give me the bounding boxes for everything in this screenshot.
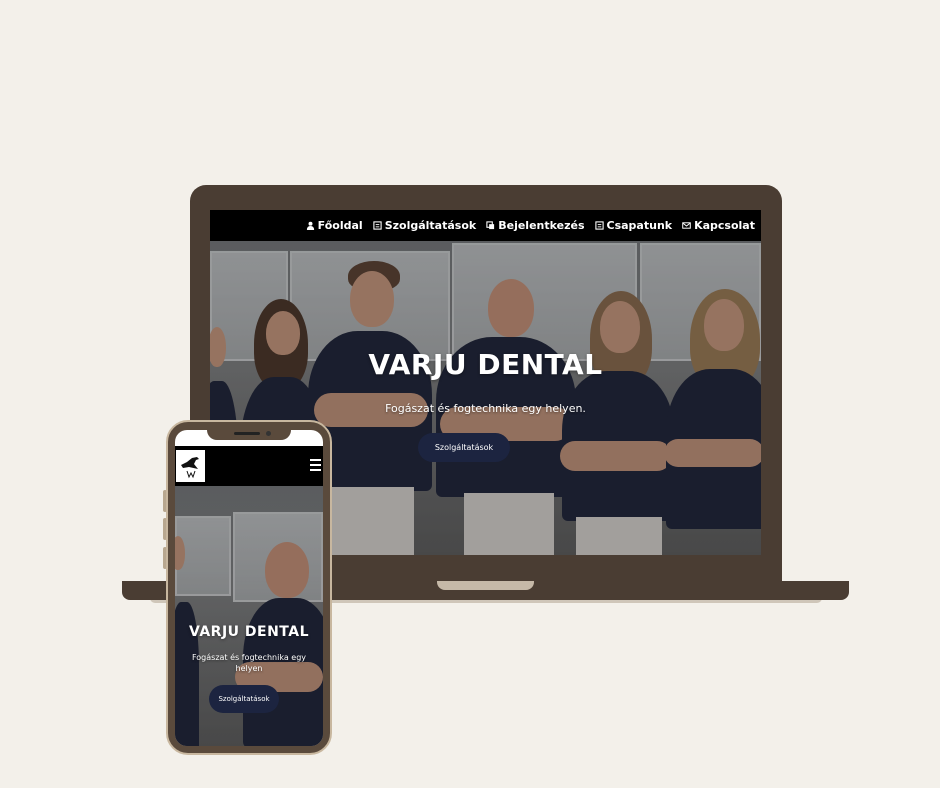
- copy-icon: [486, 221, 495, 230]
- mail-icon: [682, 221, 691, 230]
- hero-subtitle: Fogászat és fogtechnika egy helyen.: [385, 402, 586, 415]
- nav-item-team[interactable]: Csapatunk: [594, 219, 673, 232]
- document-icon: [373, 221, 382, 230]
- nav-item-label: Szolgáltatások: [384, 219, 477, 232]
- services-button[interactable]: Szolgáltatások: [418, 433, 510, 462]
- phone-screen: VARJU DENTAL Fogászat és fogtechnika egy…: [175, 430, 323, 746]
- nav-item-home[interactable]: Főoldal: [306, 219, 363, 232]
- nav-item-label: Csapatunk: [606, 219, 673, 232]
- hamburger-menu-icon[interactable]: [310, 459, 321, 471]
- hero-subtitle: Fogászat és fogtechnika egy helyen: [191, 653, 307, 673]
- services-button[interactable]: Szolgáltatások: [209, 685, 279, 713]
- hero-title: VARJU DENTAL: [188, 624, 310, 640]
- crow-logo-icon: [181, 457, 199, 479]
- nav-item-contact[interactable]: Kapcsolat: [682, 219, 755, 232]
- nav-item-login[interactable]: Bejelentkezés: [486, 219, 585, 232]
- phone-speaker: [234, 432, 260, 435]
- nav-item-label: Bejelentkezés: [498, 219, 585, 232]
- user-icon: [306, 221, 315, 230]
- document-icon: [594, 221, 604, 230]
- logo[interactable]: [176, 450, 205, 482]
- laptop-navbar: Főoldal Szolgáltatások Bejelentkezés Csa…: [210, 210, 761, 241]
- phone-header: [175, 446, 323, 486]
- hero-title: VARJU DENTAL: [368, 348, 603, 381]
- nav-item-services[interactable]: Szolgáltatások: [373, 219, 477, 232]
- nav-item-label: Főoldal: [317, 219, 363, 232]
- laptop-trackpad-notch: [437, 581, 534, 590]
- phone-camera: [266, 431, 271, 436]
- nav-item-label: Kapcsolat: [694, 219, 755, 232]
